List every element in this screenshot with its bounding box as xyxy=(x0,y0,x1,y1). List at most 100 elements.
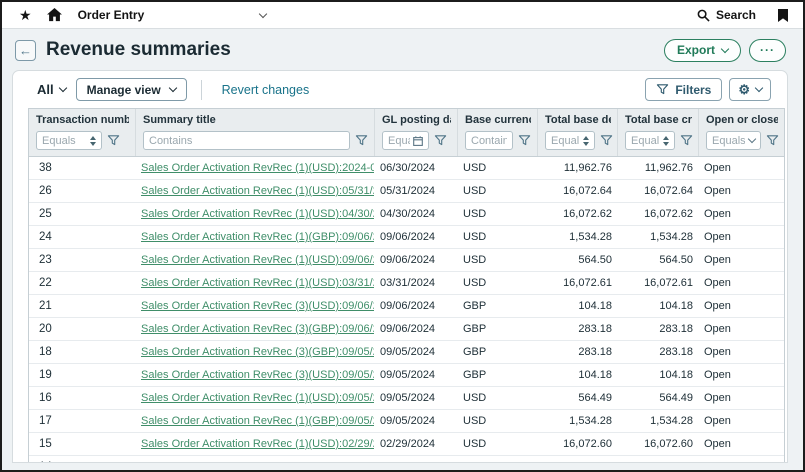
table-header-row: Transaction number Equals Summary title xyxy=(29,109,784,157)
summary-title-link[interactable]: Sales Order Activation RevRec (1)(USD):0… xyxy=(141,208,374,220)
app-module-menu[interactable]: Order Entry xyxy=(78,8,267,22)
cell-total-base-credit: 16,072.64 xyxy=(617,185,698,197)
cell-open-or-closed: Open xyxy=(698,415,784,427)
column-gl-posting-date: GL posting date Equals xyxy=(374,109,457,156)
cell-base-currency: USD xyxy=(457,185,537,197)
calendar-icon xyxy=(413,136,423,146)
cell-transaction-number: 14 xyxy=(29,461,135,463)
cell-transaction-number: 26 xyxy=(29,185,135,197)
view-scope-selector[interactable]: All xyxy=(37,82,66,97)
filter-funnel-icon[interactable] xyxy=(434,134,447,147)
filters-label: Filters xyxy=(675,83,711,97)
filter-funnel-icon[interactable] xyxy=(518,134,531,147)
transaction-number-operator-select[interactable]: Equals xyxy=(36,131,102,150)
summary-title-link[interactable]: Sales Order Activation RevRec (1)(USD):2… xyxy=(141,162,374,174)
manage-view-label: Manage view xyxy=(87,83,161,97)
favorites-star-icon[interactable]: ★ xyxy=(19,8,32,22)
summary-title-link[interactable]: Sales Order Activation RevRec (3)(USD):0… xyxy=(141,300,374,312)
summary-title-link[interactable]: Sales Order Activation RevRec (1)(USD):0… xyxy=(141,438,374,450)
cell-base-currency: USD xyxy=(457,254,537,266)
table-row: 38 Sales Order Activation RevRec (1)(USD… xyxy=(29,157,784,180)
cell-open-or-closed: Open xyxy=(698,461,784,463)
more-actions-button[interactable]: ··· xyxy=(749,39,786,62)
summary-title-link[interactable]: Sales Order Activation RevRec (3)(GBP):0… xyxy=(141,323,374,335)
cell-gl-posting-date: 04/30/2024 xyxy=(374,208,457,220)
filter-funnel-icon[interactable] xyxy=(355,134,368,147)
cell-transaction-number: 22 xyxy=(29,277,135,289)
summary-title-link[interactable]: Sales Order Activation RevRec (1)(USD):0… xyxy=(141,392,374,404)
cell-transaction-number: 18 xyxy=(29,346,135,358)
summary-title-link[interactable]: Sales Order Activation RevRec (3)(USD):0… xyxy=(141,369,374,381)
cell-base-currency: USD xyxy=(457,208,537,220)
cell-open-or-closed: Open xyxy=(698,323,784,335)
base-currency-filter-input[interactable] xyxy=(465,131,513,150)
total-base-debit-operator-select[interactable]: Equals xyxy=(545,131,595,150)
chevron-down-icon xyxy=(755,84,763,92)
cell-total-base-debit: 283.18 xyxy=(537,346,617,358)
manage-view-button[interactable]: Manage view xyxy=(76,78,187,101)
app-module-label: Order Entry xyxy=(78,8,145,22)
toolbar-right: Filters ⚙ xyxy=(645,78,771,101)
list-settings-button[interactable]: ⚙ xyxy=(729,78,771,101)
filter-funnel-icon[interactable] xyxy=(107,134,120,147)
cell-transaction-number: 15 xyxy=(29,438,135,450)
cell-total-base-debit: 104.18 xyxy=(537,300,617,312)
chevron-down-icon xyxy=(58,84,66,92)
cell-open-or-closed: Open xyxy=(698,231,784,243)
cell-base-currency: GBP xyxy=(457,323,537,335)
summary-title-link[interactable]: Sales Order Activation RevRec (3)(GBP):0… xyxy=(141,346,374,358)
filters-button[interactable]: Filters xyxy=(645,78,722,101)
summary-title-link[interactable]: Sales Order Activation RevRec (1)(GBP):0… xyxy=(141,415,374,427)
cell-total-base-credit: 283.18 xyxy=(617,346,698,358)
cell-total-base-debit: 564.49 xyxy=(537,392,617,404)
search-button[interactable]: Search xyxy=(697,8,756,22)
cell-gl-posting-date: 09/05/2024 xyxy=(374,415,457,427)
export-button[interactable]: Export xyxy=(664,39,741,62)
cell-gl-posting-date: 09/06/2024 xyxy=(374,231,457,243)
cell-gl-posting-date: 03/31/2024 xyxy=(374,277,457,289)
gl-posting-date-filter[interactable]: Equals xyxy=(382,131,429,150)
ellipsis-icon: ··· xyxy=(760,43,775,57)
column-label: GL posting date xyxy=(382,114,451,126)
sort-arrows-icon xyxy=(90,136,96,146)
summary-title-link[interactable]: Sales Order Activation RevRec (1)(USD):0… xyxy=(141,185,374,197)
cell-gl-posting-date: 06/20/2025 xyxy=(374,461,457,463)
cell-open-or-closed: Open xyxy=(698,300,784,312)
filter-funnel-icon[interactable] xyxy=(680,134,693,147)
cell-open-or-closed: Open xyxy=(698,438,784,450)
open-or-closed-filter-select[interactable]: Equals xyxy=(706,131,761,150)
search-label: Search xyxy=(716,8,756,22)
cell-gl-posting-date: 09/06/2024 xyxy=(374,300,457,312)
cell-total-base-debit: 1,534.28 xyxy=(537,231,617,243)
filter-funnel-icon[interactable] xyxy=(766,134,779,147)
table-row: 26 Sales Order Activation RevRec (1)(USD… xyxy=(29,180,784,203)
cell-transaction-number: 24 xyxy=(29,231,135,243)
cell-total-base-debit: 86,272.84 xyxy=(537,461,617,463)
table-row: 23 Sales Order Activation RevRec (1)(USD… xyxy=(29,249,784,272)
cell-open-or-closed: Open xyxy=(698,346,784,358)
column-transaction-number: Transaction number Equals xyxy=(29,109,135,156)
header-actions: Export ··· xyxy=(664,39,790,62)
cell-total-base-credit: 16,072.60 xyxy=(617,438,698,450)
summary-title-link[interactable]: Sales Order Activation RevRec (1)(USD):0… xyxy=(141,254,374,266)
cell-total-base-debit: 16,072.64 xyxy=(537,185,617,197)
table-row: 25 Sales Order Activation RevRec (1)(USD… xyxy=(29,203,784,226)
cell-transaction-number: 23 xyxy=(29,254,135,266)
home-icon[interactable] xyxy=(47,8,62,22)
cell-transaction-number: 21 xyxy=(29,300,135,312)
summary-title-link[interactable]: Contract Invoice RevRec (1)(USD):06/20/2… xyxy=(141,461,374,463)
filter-funnel-icon[interactable] xyxy=(600,134,613,147)
summary-title-link[interactable]: Sales Order Activation RevRec (1)(USD):0… xyxy=(141,277,374,289)
table-row: 24 Sales Order Activation RevRec (1)(GBP… xyxy=(29,226,784,249)
bookmark-icon[interactable] xyxy=(778,9,788,22)
cell-transaction-number: 17 xyxy=(29,415,135,427)
total-base-credit-operator-select[interactable]: Equals xyxy=(625,131,675,150)
back-button[interactable]: ← xyxy=(15,40,36,61)
cell-open-or-closed: Open xyxy=(698,254,784,266)
cell-base-currency: USD xyxy=(457,392,537,404)
cell-base-currency: USD xyxy=(457,415,537,427)
summary-title-filter-input[interactable] xyxy=(143,131,350,150)
summary-title-link[interactable]: Sales Order Activation RevRec (1)(GBP):0… xyxy=(141,231,374,243)
column-label: Open or closed xyxy=(706,114,778,126)
revert-changes-link[interactable]: Revert changes xyxy=(222,83,310,97)
